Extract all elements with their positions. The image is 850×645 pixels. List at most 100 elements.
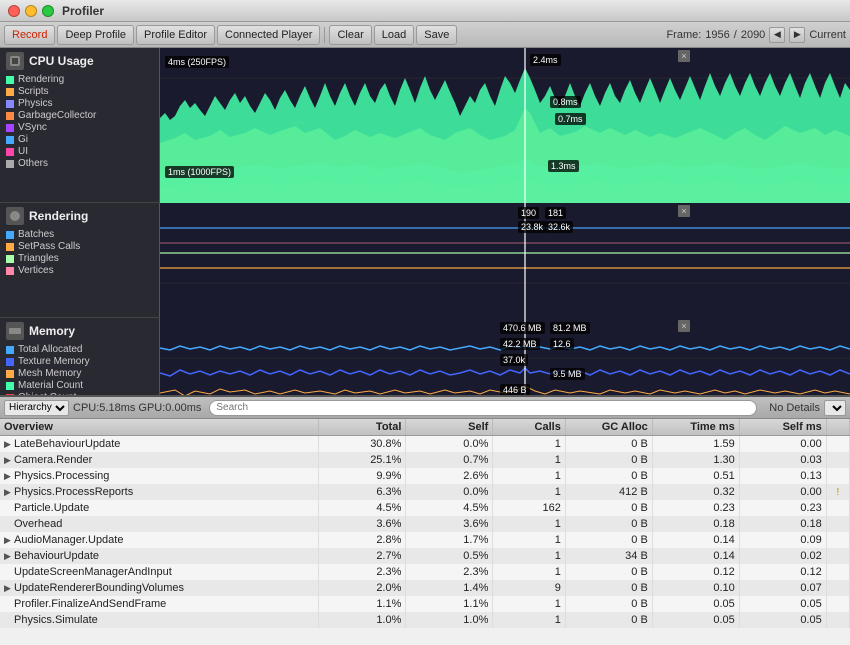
table-row[interactable]: ▶ BehaviourUpdate2.7%0.5%134 B0.140.02	[0, 548, 850, 564]
bottom-toolbar: Hierarchy CPU:5.18ms GPU:0.00ms No Detai…	[0, 397, 850, 419]
current-label: Current	[809, 29, 846, 41]
row-selfms: 0.05	[739, 596, 826, 612]
table-row[interactable]: ▶ UpdateRendererBoundingVolumes2.0%1.4%9…	[0, 580, 850, 596]
col-warn-header	[826, 419, 849, 436]
deep-profile-button[interactable]: Deep Profile	[57, 25, 134, 45]
table-row[interactable]: ▶ Physics.ProcessReports6.3%0.0%1412 B0.…	[0, 484, 850, 500]
memory-chart[interactable]: 470.6 MB 42.2 MB 37.0k 81.2 MB 12.6 9.5 …	[160, 318, 850, 395]
row-name: ▶ Physics.Processing	[0, 468, 319, 484]
row-self: 1.7%	[406, 532, 493, 548]
row-total: 1.0%	[319, 612, 406, 628]
row-calls: 1	[493, 436, 565, 453]
cpu-label-4ms: 4ms (250FPS)	[165, 56, 229, 68]
row-timems: 0.51	[652, 468, 739, 484]
row-name: Overhead	[0, 516, 319, 532]
mem-label-812mb: 81.2 MB	[550, 322, 590, 334]
table-row[interactable]: Profiler.FinalizeAndSendFrame1.1%1.1%10 …	[0, 596, 850, 612]
expand-arrow[interactable]: ▶	[4, 535, 14, 546]
cpu-close-btn[interactable]: ×	[678, 50, 690, 62]
memory-close-btn[interactable]: ×	[678, 320, 690, 332]
table-row[interactable]: UpdateScreenManagerAndInput2.3%2.3%10 B0…	[0, 564, 850, 580]
row-gcalloc: 0 B	[565, 468, 652, 484]
rendering-label-326k: 32.6k	[545, 221, 573, 233]
row-timems: 0.12	[652, 564, 739, 580]
row-name: ▶ BehaviourUpdate	[0, 548, 319, 564]
cpu-legend: CPU Usage Rendering Scripts Physics Garb…	[0, 48, 160, 202]
table-row[interactable]: Particle.Update4.5%4.5%1620 B0.230.23	[0, 500, 850, 516]
rendering-chart[interactable]: 190 23.8k 181 32.6k	[160, 203, 850, 318]
bottom-panel: Hierarchy CPU:5.18ms GPU:0.00ms No Detai…	[0, 395, 850, 645]
table-row[interactable]: Physics.Simulate1.0%1.0%10 B0.050.05	[0, 612, 850, 628]
row-timems: 0.18	[652, 516, 739, 532]
rendering-legend: Rendering Batches SetPass Calls Triangle…	[0, 203, 160, 317]
cpu-label-08ms: 0.8ms	[550, 96, 581, 108]
row-self: 0.0%	[406, 484, 493, 500]
warn-cell	[826, 532, 849, 548]
expand-arrow[interactable]: ▶	[4, 471, 14, 482]
row-selfms: 0.12	[739, 564, 826, 580]
warn-cell	[826, 612, 849, 628]
row-self: 2.3%	[406, 564, 493, 580]
memory-title: Memory	[29, 324, 75, 338]
col-selfms-header: Self ms	[739, 419, 826, 436]
expand-arrow[interactable]: ▶	[4, 551, 14, 562]
row-self: 4.5%	[406, 500, 493, 516]
row-calls: 1	[493, 532, 565, 548]
col-total-header: Total	[319, 419, 406, 436]
rendering-title: Rendering	[29, 209, 88, 223]
maximize-control[interactable]	[42, 5, 54, 17]
cpu-chart[interactable]: 4ms (250FPS) 1ms (1000FPS) 2.4ms 0.8ms 0…	[160, 48, 850, 203]
row-total: 2.8%	[319, 532, 406, 548]
expand-arrow[interactable]: ▶	[4, 455, 14, 466]
minimize-control[interactable]	[25, 5, 37, 17]
table-row[interactable]: ▶ Camera.Render25.1%0.7%10 B1.300.03	[0, 452, 850, 468]
row-selfms: 0.00	[739, 436, 826, 453]
row-name: ▶ Physics.ProcessReports	[0, 484, 319, 500]
hierarchy-select[interactable]: Hierarchy	[4, 400, 69, 416]
row-gcalloc: 0 B	[565, 500, 652, 516]
profile-editor-button[interactable]: Profile Editor	[136, 25, 215, 45]
row-self: 1.0%	[406, 612, 493, 628]
save-button[interactable]: Save	[416, 25, 457, 45]
row-selfms: 0.03	[739, 452, 826, 468]
search-input[interactable]	[209, 400, 757, 416]
row-gcalloc: 34 B	[565, 548, 652, 564]
row-gcalloc: 0 B	[565, 564, 652, 580]
frame-label: Frame:	[666, 29, 701, 41]
table-row[interactable]: ▶ AudioManager.Update2.8%1.7%10 B0.140.0…	[0, 532, 850, 548]
rendering-label-181: 181	[545, 207, 566, 219]
close-control[interactable]	[8, 5, 20, 17]
cpu-panel: × CPU Usage Rendering Scripts Physics Ga…	[0, 48, 850, 203]
row-timems: 1.30	[652, 452, 739, 468]
memory-legend: Memory Total Allocated Texture Memory Me…	[0, 318, 160, 395]
table-row[interactable]: Overhead3.6%3.6%10 B0.180.18	[0, 516, 850, 532]
table-row[interactable]: ▶ LateBehaviourUpdate30.8%0.0%10 B1.590.…	[0, 436, 850, 453]
mem-label-126: 12.6	[550, 338, 574, 350]
details-select[interactable]	[824, 400, 846, 416]
col-gcalloc-header: GC Alloc	[565, 419, 652, 436]
window-controls[interactable]	[8, 5, 54, 17]
table-container[interactable]: Overview Total Self Calls GC Alloc Time …	[0, 419, 850, 645]
row-gcalloc: 0 B	[565, 452, 652, 468]
rendering-close-btn[interactable]: ×	[678, 205, 690, 217]
row-calls: 1	[493, 484, 565, 500]
expand-arrow[interactable]: ▶	[4, 583, 14, 594]
cpu-label-07ms: 0.7ms	[555, 113, 586, 125]
row-total: 6.3%	[319, 484, 406, 500]
connected-player-button[interactable]: Connected Player	[217, 25, 320, 45]
row-total: 30.8%	[319, 436, 406, 453]
cpu-title: CPU Usage	[29, 54, 94, 68]
frame-current: 1956	[705, 29, 729, 41]
expand-arrow[interactable]: ▶	[4, 487, 14, 498]
record-button[interactable]: Record	[4, 25, 55, 45]
prev-frame-button[interactable]: ◀	[769, 27, 785, 43]
title-bar: Profiler	[0, 0, 850, 22]
clear-button[interactable]: Clear	[329, 25, 371, 45]
expand-arrow[interactable]: ▶	[4, 439, 14, 450]
load-button[interactable]: Load	[374, 25, 414, 45]
row-name: ▶ UpdateRendererBoundingVolumes	[0, 580, 319, 596]
table-row[interactable]: ▶ Physics.Processing9.9%2.6%10 B0.510.13	[0, 468, 850, 484]
row-total: 1.1%	[319, 596, 406, 612]
row-self: 0.7%	[406, 452, 493, 468]
next-frame-button[interactable]: ▶	[789, 27, 805, 43]
